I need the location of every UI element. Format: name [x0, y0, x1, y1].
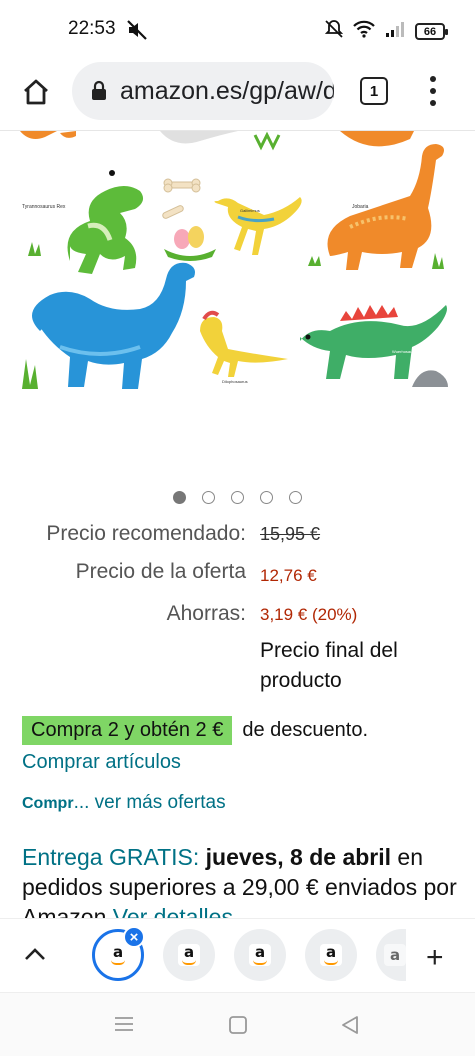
status-time: 22:53 — [68, 18, 116, 39]
tab-thumbnail[interactable]: a — [234, 929, 286, 981]
delivery-details-link[interactable]: Ver detalles — [113, 904, 233, 918]
close-tab-icon[interactable]: × — [123, 926, 145, 948]
tab-thumbnail-partial[interactable]: a — [376, 929, 406, 981]
promo-text: de descuento. — [242, 719, 368, 741]
dino-label-trex: Tyrannosaurus Rex — [22, 204, 66, 210]
status-icons: 66 — [324, 19, 448, 44]
back-icon[interactable] — [340, 1015, 360, 1040]
system-navigation-bar — [0, 992, 475, 1056]
savings-value: 3,19 € (20%) — [260, 605, 358, 624]
tab-thumbnail-active[interactable]: a × — [92, 926, 145, 981]
tab-thumbnail[interactable]: a — [305, 929, 357, 981]
carousel-dot[interactable] — [289, 491, 302, 504]
more-offers-prefix[interactable]: Compr — [22, 795, 74, 812]
url-bar[interactable]: amazon.es/gp/aw/d — [72, 62, 334, 120]
home-nav-icon[interactable] — [228, 1015, 248, 1040]
savings-label: Ahorras: — [166, 602, 246, 625]
product-image[interactable]: Tyrannosaurus Rex Gallimimus Jobaria Dip… — [0, 131, 475, 471]
amazon-favicon-icon: a — [384, 944, 406, 966]
final-price-note: Precio final del producto — [260, 639, 398, 692]
delivery-date: jueves, 8 de abril — [205, 844, 392, 870]
dino-label-gallimimus: Gallimimus — [240, 208, 260, 213]
status-bar: 22:53 66 — [0, 0, 475, 60]
promo-badge: Compra 2 y obtén 2 € — [22, 716, 233, 745]
browser-toolbar: amazon.es/gp/aw/d 1 — [0, 60, 475, 130]
home-icon — [24, 79, 48, 105]
add-tab-icon[interactable]: + — [426, 941, 444, 975]
chevron-up-icon[interactable] — [22, 945, 48, 968]
alarm-off-icon — [324, 19, 344, 44]
dino-label-jobaria: Jobaria — [352, 204, 369, 210]
tab-thumbnail[interactable]: a — [163, 929, 215, 981]
delivery-info: Entrega GRATIS: jueves, 8 de abril en pe… — [22, 842, 462, 918]
carousel-dot[interactable] — [173, 491, 186, 504]
recents-icon[interactable] — [114, 1015, 134, 1038]
battery-icon: 66 — [415, 23, 448, 40]
dinosaur-stickers-image: Tyrannosaurus Rex Gallimimus Jobaria Dip… — [20, 131, 448, 389]
promo-row: Compra 2 y obtén 2 € de descuento. — [22, 716, 368, 745]
carousel-dot[interactable] — [202, 491, 215, 504]
buy-items-link[interactable]: Comprar artículos — [22, 751, 181, 774]
tab-switcher-button[interactable]: 1 — [360, 77, 388, 105]
offer-price-value: 12,76 € — [260, 566, 317, 585]
signal-icon — [385, 20, 405, 43]
carousel-dot[interactable] — [231, 491, 244, 504]
url-text: amazon.es/gp/aw/d — [120, 76, 334, 105]
browser-menu-button[interactable] — [421, 72, 445, 110]
home-button[interactable] — [18, 74, 54, 110]
recommended-price-label: Precio recomendado: — [46, 522, 246, 545]
recommended-price-value: 15,95 € — [260, 524, 321, 544]
dino-label-dilophosaurus: Dilophosaurus — [222, 379, 248, 384]
more-offers-link[interactable]: ... ver más ofertas — [74, 792, 226, 813]
lock-icon — [90, 80, 108, 102]
wifi-icon — [353, 20, 375, 43]
amazon-favicon-icon: a — [249, 944, 271, 966]
mute-icon — [126, 19, 148, 46]
image-carousel-dots — [0, 491, 475, 504]
tab-group-strip: a × a a a a + — [0, 918, 475, 992]
dino-label-diplodocus: Diplodocus — [130, 297, 150, 302]
amazon-favicon-icon: a — [320, 944, 342, 966]
carousel-dot[interactable] — [260, 491, 273, 504]
offer-price-label: Precio de la oferta — [75, 560, 246, 583]
amazon-favicon-icon: a — [178, 944, 200, 966]
free-delivery-label: Entrega GRATIS: — [22, 844, 200, 870]
more-offers-row: Compr... ver más ofertas — [22, 792, 226, 814]
dino-label-wuerhosaurus: Wuerhosaurus — [392, 349, 418, 354]
amazon-favicon-icon: a — [107, 944, 129, 966]
